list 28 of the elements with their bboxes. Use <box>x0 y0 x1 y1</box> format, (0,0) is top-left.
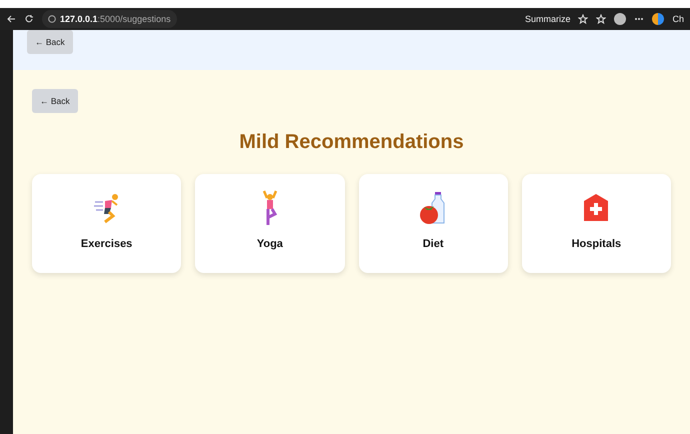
recommendation-card[interactable]: Hospitals <box>522 174 671 273</box>
card-label: Exercises <box>80 238 132 250</box>
card-label: Yoga <box>256 238 283 250</box>
star-icon[interactable] <box>578 14 588 24</box>
copilot-label[interactable]: Ch <box>672 14 684 24</box>
summarize-button[interactable]: Summarize <box>524 14 570 24</box>
info-icon <box>48 15 56 23</box>
page-title: Mild Recommendations <box>238 131 465 154</box>
address-bar[interactable]: 127.0.0.1:5000/suggestions <box>42 10 177 28</box>
favorites-icon[interactable] <box>596 14 606 24</box>
url-path: :5000/suggestions <box>98 14 171 24</box>
reload-icon[interactable] <box>24 14 34 24</box>
recommendation-card[interactable]: Exercises <box>32 174 182 273</box>
yoga-pose-icon <box>262 190 278 226</box>
back-button[interactable]: ← Back <box>27 30 73 54</box>
card-label: Diet <box>422 238 444 250</box>
copilot-icon[interactable] <box>652 13 664 25</box>
more-icon[interactable] <box>634 17 644 21</box>
tomato-and-bottle-icon <box>419 191 448 225</box>
runner-icon <box>92 192 121 224</box>
recommendation-card[interactable]: Diet <box>358 174 508 273</box>
recommendation-card[interactable]: Yoga <box>195 174 344 273</box>
profile-avatar-icon[interactable] <box>614 13 626 25</box>
url-host: 127.0.0.1 <box>60 14 98 24</box>
card-label: Hospitals <box>572 238 622 250</box>
hospital-icon <box>582 193 610 223</box>
back-button[interactable]: ← Back <box>32 89 78 113</box>
back-arrow-icon[interactable] <box>6 14 16 24</box>
